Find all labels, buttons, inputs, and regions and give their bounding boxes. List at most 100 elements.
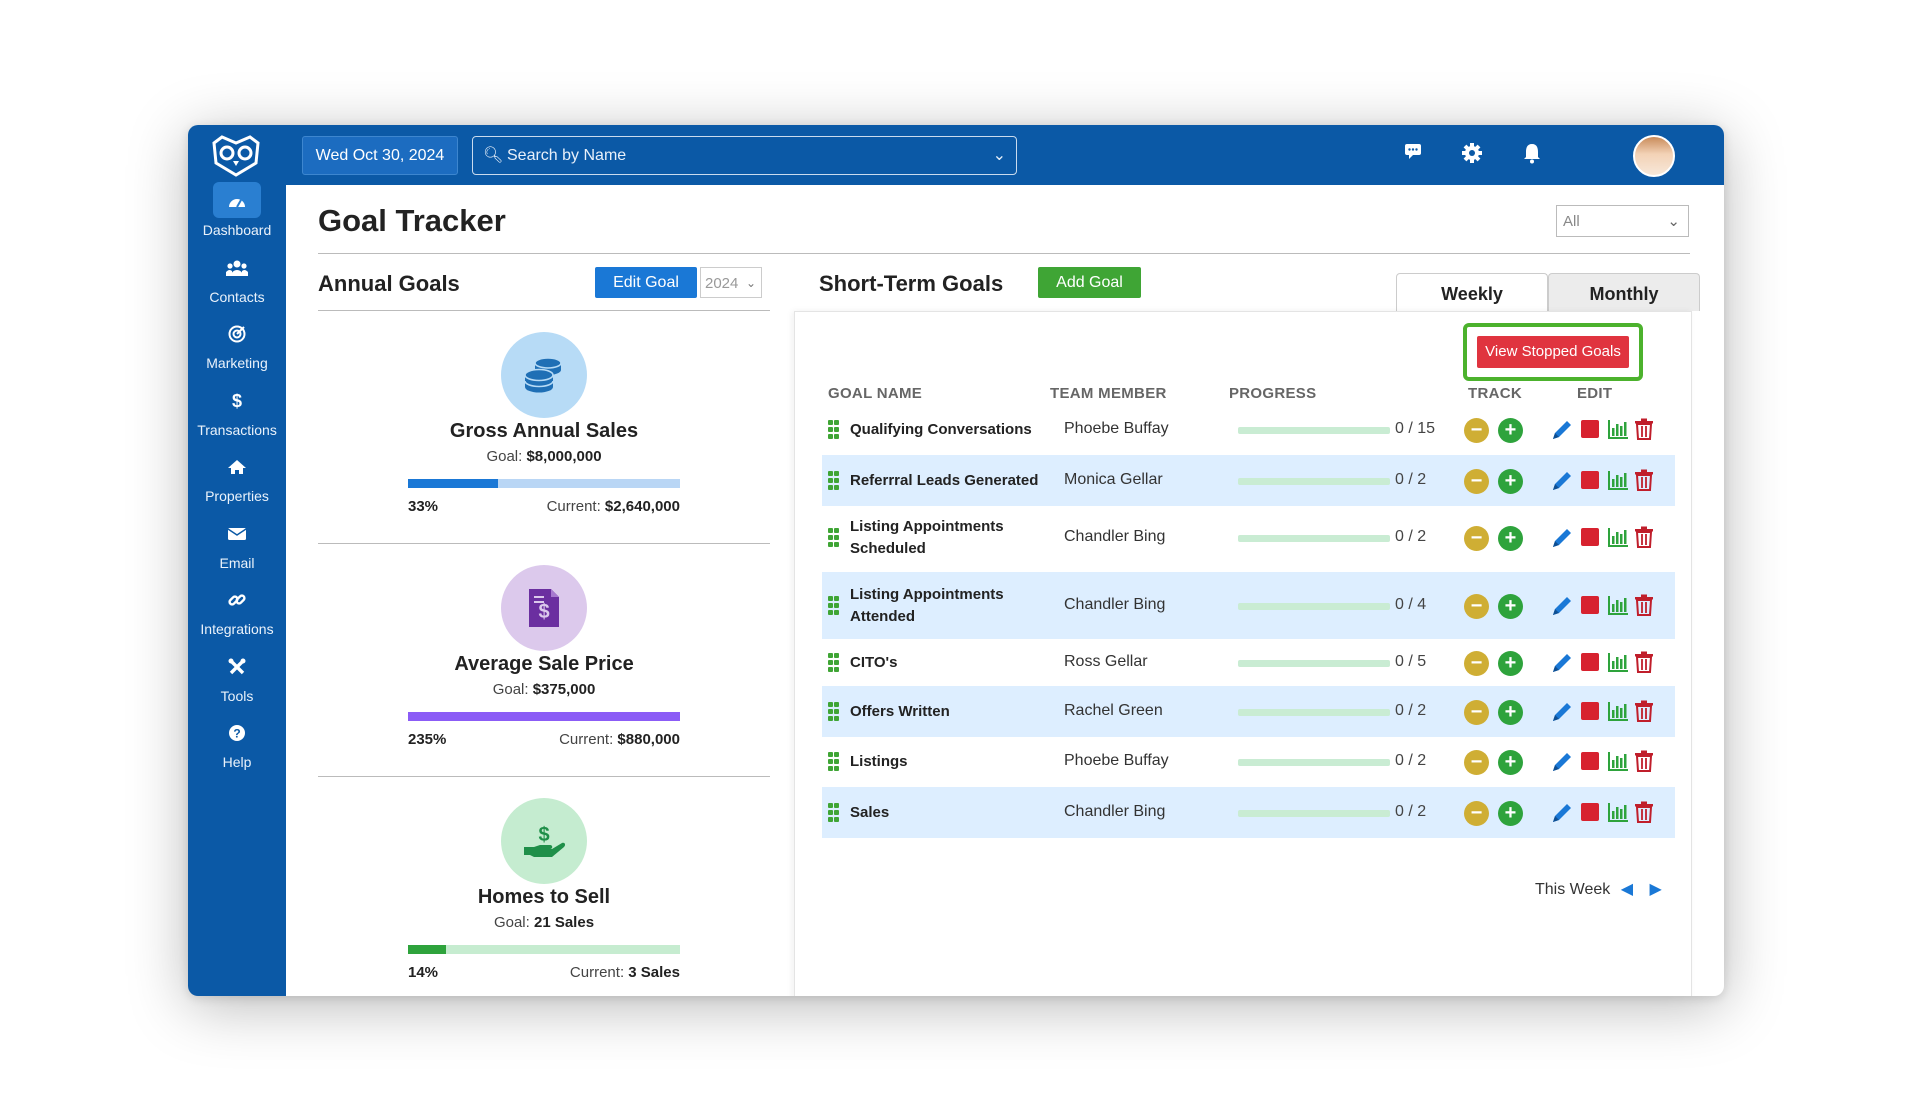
drag-handle-icon[interactable] — [828, 802, 842, 823]
increment-button[interactable]: + — [1498, 650, 1523, 676]
sidebar-item-transactions[interactable]: $ Transactions — [188, 382, 286, 454]
stop-icon[interactable] — [1580, 470, 1600, 495]
trash-icon[interactable] — [1634, 469, 1654, 496]
next-week-icon[interactable]: ▶ — [1650, 881, 1662, 898]
drag-handle-icon[interactable] — [828, 752, 842, 772]
current-value: Current: $880,000 — [559, 731, 680, 748]
sidebar-item-dashboard[interactable]: Dashboard — [188, 182, 286, 254]
stop-icon[interactable] — [1580, 802, 1600, 827]
search-input[interactable]: 🔍︎ Search by Name ⌄ — [472, 136, 1017, 175]
bar-chart-icon[interactable] — [1607, 651, 1629, 678]
tab-weekly[interactable]: Weekly — [1396, 273, 1548, 311]
sidebar-item-properties[interactable]: Properties — [188, 448, 286, 520]
sidebar-item-label: Help — [222, 754, 252, 770]
increment-button[interactable]: + — [1498, 593, 1523, 619]
bar-chart-icon[interactable] — [1607, 801, 1629, 828]
decrement-button[interactable]: − — [1464, 526, 1489, 551]
decrement-button[interactable]: − — [1464, 699, 1489, 725]
pencil-icon[interactable] — [1550, 469, 1574, 498]
trash-icon[interactable] — [1634, 801, 1654, 828]
stop-icon[interactable] — [1580, 527, 1600, 552]
bar-chart-icon[interactable] — [1607, 469, 1629, 496]
increment-button[interactable]: + — [1498, 526, 1523, 551]
chevron-down-icon: ⌄ — [1667, 213, 1680, 230]
stop-icon[interactable] — [1580, 751, 1600, 776]
drag-handle-icon[interactable] — [828, 701, 842, 722]
pencil-icon[interactable] — [1550, 418, 1574, 447]
column-header-track: TRACK — [1468, 385, 1522, 402]
trash-icon[interactable] — [1634, 651, 1654, 678]
progress-bar — [1238, 477, 1390, 485]
trash-icon[interactable] — [1634, 700, 1654, 727]
pencil-icon[interactable] — [1550, 594, 1574, 623]
tab-monthly[interactable]: Monthly — [1548, 273, 1700, 311]
stop-icon[interactable] — [1580, 595, 1600, 620]
bar-chart-icon[interactable] — [1607, 594, 1629, 621]
add-goal-button[interactable]: Add Goal — [1038, 267, 1141, 298]
trash-icon[interactable] — [1634, 750, 1654, 777]
sidebar-item-integrations[interactable]: Integrations — [188, 581, 286, 653]
annual-goals-heading: Annual Goals — [318, 271, 460, 296]
drag-handle-icon[interactable] — [828, 420, 842, 440]
trash-icon[interactable] — [1634, 418, 1654, 445]
link-icon — [213, 581, 261, 617]
owl-logo[interactable] — [208, 133, 264, 177]
pencil-icon[interactable] — [1550, 750, 1574, 779]
increment-button[interactable]: + — [1498, 750, 1523, 775]
bar-chart-icon[interactable] — [1607, 750, 1629, 777]
increment-button[interactable]: + — [1498, 800, 1523, 826]
increment-button[interactable]: + — [1498, 468, 1523, 494]
sidebar-item-label: Email — [219, 554, 255, 571]
edit-goal-button[interactable]: Edit Goal — [595, 267, 697, 298]
user-avatar[interactable] — [1633, 135, 1675, 177]
increment-button[interactable]: + — [1498, 418, 1523, 443]
drag-handle-icon[interactable] — [828, 595, 842, 616]
gear-icon[interactable] — [1460, 142, 1484, 166]
trash-icon[interactable] — [1634, 594, 1654, 621]
stopped-goals-highlight: View Stopped Goals — [1463, 323, 1643, 381]
increment-button[interactable]: + — [1498, 699, 1523, 725]
sidebar-item-help[interactable]: ? Help — [188, 714, 286, 786]
year-select[interactable]: 2024 ⌄ — [700, 267, 762, 298]
pencil-icon[interactable] — [1550, 700, 1574, 729]
pencil-icon[interactable] — [1550, 651, 1574, 680]
goal-row: Listings Phoebe Buffay 0 / 2 − + — [822, 737, 1675, 787]
current-label: Current: — [559, 731, 614, 748]
drag-handle-icon[interactable] — [828, 470, 842, 491]
decrement-button[interactable]: − — [1464, 650, 1489, 676]
sidebar-item-email[interactable]: Email — [188, 515, 286, 587]
sidebar-item-tools[interactable]: Tools — [188, 648, 286, 720]
sidebar-item-marketing[interactable]: Marketing — [188, 315, 286, 387]
chat-icon[interactable] — [1401, 142, 1425, 166]
bar-chart-icon[interactable] — [1607, 700, 1629, 727]
divider — [318, 543, 770, 544]
view-stopped-goals-button[interactable]: View Stopped Goals — [1477, 336, 1629, 368]
decrement-button[interactable]: − — [1464, 468, 1489, 494]
team-filter-select[interactable]: All ⌄ — [1556, 205, 1689, 237]
stop-icon[interactable] — [1580, 652, 1600, 677]
decrement-button[interactable]: − — [1464, 418, 1489, 443]
progress-bar-fill — [408, 479, 498, 488]
card-goal: Goal: $8,000,000 — [318, 448, 770, 465]
previous-week-icon[interactable]: ◀ — [1621, 881, 1633, 898]
date-picker[interactable]: Wed Oct 30, 2024 — [302, 136, 458, 175]
chevron-down-icon: ⌄ — [745, 276, 756, 290]
stop-icon[interactable] — [1580, 701, 1600, 726]
pencil-icon[interactable] — [1550, 801, 1574, 830]
card-goal: Goal: 21 Sales — [318, 914, 770, 931]
svg-text:?: ? — [233, 727, 240, 741]
bar-chart-icon[interactable] — [1607, 418, 1629, 445]
bar-chart-icon[interactable] — [1607, 526, 1629, 553]
drag-handle-icon[interactable] — [828, 652, 842, 673]
drag-handle-icon[interactable] — [828, 528, 842, 548]
goal-label: Goal: — [492, 681, 529, 698]
stop-icon[interactable] — [1580, 419, 1600, 444]
bell-icon[interactable] — [1520, 142, 1544, 166]
pencil-icon[interactable] — [1550, 526, 1574, 555]
decrement-button[interactable]: − — [1464, 750, 1489, 775]
sidebar-item-contacts[interactable]: Contacts — [188, 249, 286, 321]
decrement-button[interactable]: − — [1464, 593, 1489, 619]
decrement-button[interactable]: − — [1464, 800, 1489, 826]
trash-icon[interactable] — [1634, 526, 1654, 553]
envelope-icon — [213, 515, 261, 551]
